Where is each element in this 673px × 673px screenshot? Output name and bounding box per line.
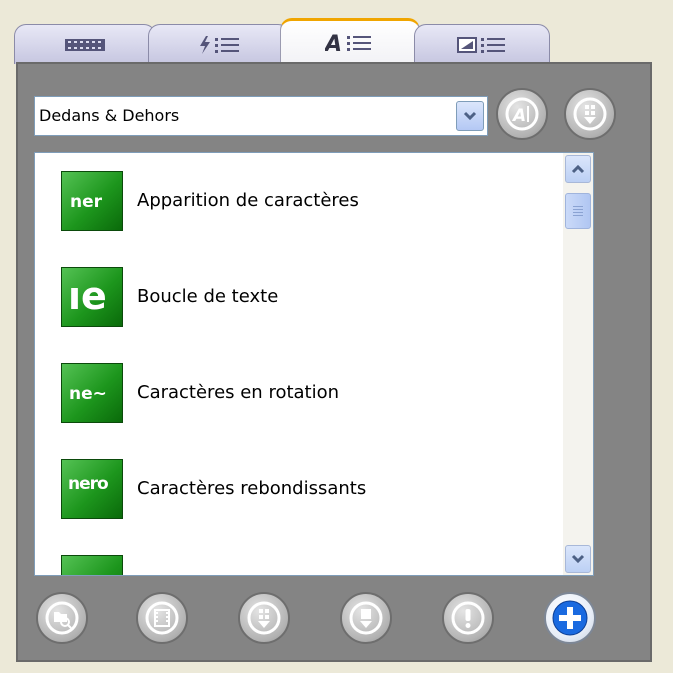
list-item[interactable]: nero Caractères rebondissants <box>61 459 541 519</box>
tab-transitions[interactable] <box>414 24 550 64</box>
dropdown-value: Dedans & Dehors <box>39 106 180 125</box>
effects-list: ner Apparition de caractères ıe Boucle d… <box>34 152 594 576</box>
chevron-up-icon <box>571 164 585 174</box>
text-list-icon: A <box>325 32 371 54</box>
list-item[interactable]: ner Apparition de caractères <box>61 171 541 231</box>
text-effect-icon: ıe <box>61 267 123 327</box>
scroll-thumb[interactable] <box>565 193 591 229</box>
list-item-label: Caractères rebondissants <box>137 478 367 499</box>
chevron-down-icon <box>571 554 585 564</box>
transitions-list-icon <box>457 36 505 53</box>
scroll-down-button[interactable] <box>565 545 591 573</box>
text-effect-icon: ner <box>61 171 123 231</box>
list-item[interactable]: ne~ Caractères en rotation <box>61 363 541 423</box>
svg-text:A: A <box>325 32 342 54</box>
list-scrollbar[interactable] <box>563 153 593 575</box>
text-style-button[interactable]: A <box>496 88 548 140</box>
scroll-up-button[interactable] <box>565 155 591 183</box>
list-item[interactable]: ıe Boucle de texte <box>61 267 541 327</box>
category-dropdown[interactable]: Dedans & Dehors <box>34 96 488 136</box>
list-item-label: Boucle de texte <box>137 286 279 307</box>
block-down-arrow-icon <box>349 601 383 635</box>
text-effect-icon <box>61 555 123 575</box>
svg-text:A: A <box>511 106 526 126</box>
plus-icon <box>552 600 588 636</box>
text-effect-icon: nero <box>61 459 123 519</box>
list-item-label: Caractères en rotation <box>137 382 340 403</box>
insert-button[interactable] <box>238 592 290 644</box>
text-cursor-icon: A <box>505 97 539 131</box>
list-item-label: Apparition de caractères <box>137 190 359 211</box>
dropdown-button[interactable] <box>456 101 484 131</box>
effects-list-icon <box>200 35 239 54</box>
text-effect-icon: ne~ <box>61 363 123 423</box>
chevron-down-icon <box>463 111 477 121</box>
video-button[interactable] <box>136 592 188 644</box>
add-to-timeline-button[interactable] <box>564 88 616 140</box>
tab-effects[interactable] <box>148 24 290 64</box>
effects-panel: Dedans & Dehors A ner Apparition de cara… <box>16 62 652 662</box>
tab-text[interactable]: A <box>280 18 420 64</box>
list-item[interactable] <box>61 555 541 575</box>
grid-down-arrow-icon <box>573 97 607 131</box>
film-icon <box>145 601 179 635</box>
exclamation-icon <box>451 601 485 635</box>
film-strip-icon <box>65 38 105 51</box>
info-button[interactable] <box>442 592 494 644</box>
folder-search-icon <box>45 601 79 635</box>
search-effects-button[interactable] <box>36 592 88 644</box>
grid-down-arrow-icon <box>247 601 281 635</box>
tab-bar: A <box>14 18 554 64</box>
tab-film[interactable] <box>14 24 156 64</box>
apply-button[interactable] <box>340 592 392 644</box>
add-button[interactable] <box>544 592 596 644</box>
